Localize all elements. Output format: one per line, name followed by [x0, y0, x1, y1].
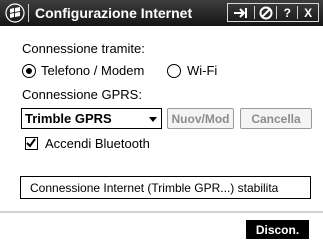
window-title: Configurazione Internet [35, 5, 193, 21]
screen: Configurazione Internet ? X Connessione … [0, 0, 323, 246]
close-button[interactable]: X [298, 4, 318, 21]
new-modify-button[interactable]: Nuov/Mod [167, 108, 234, 129]
settings-panel: Connessione tramite: Telefono / Modem Wi… [0, 26, 323, 213]
chevron-down-icon [149, 117, 157, 122]
bluetooth-label[interactable]: Accendi Bluetooth [45, 136, 150, 151]
connection-arrow-icon[interactable] [228, 4, 254, 21]
gprs-connection-label: Connessione GPRS: [22, 87, 142, 102]
system-tray: ? X [227, 3, 319, 22]
connection-status: Connessione Internet (Trimble GPR...) st… [20, 176, 311, 199]
bluetooth-checkbox[interactable] [25, 137, 38, 150]
radio-wifi[interactable] [167, 64, 181, 78]
title-bar: Configurazione Internet ? X [0, 0, 323, 26]
cancel-button[interactable]: Cancella [240, 108, 312, 129]
command-bar: Discon. [0, 213, 323, 246]
disconnect-button[interactable]: Discon. [246, 220, 309, 239]
radio-wifi-label[interactable]: Wi-Fi [187, 63, 217, 78]
volume-icon[interactable] [255, 4, 277, 21]
radio-phone-modem-label[interactable]: Telefono / Modem [41, 63, 144, 78]
title-separator [28, 4, 29, 22]
connection-type-label: Connessione tramite: [22, 41, 145, 56]
radio-phone-modem[interactable] [22, 64, 36, 78]
gprs-selected-value: Trimble GPRS [25, 111, 112, 126]
windows-flag-icon[interactable] [5, 3, 25, 23]
gprs-connection-select[interactable]: Trimble GPRS [21, 108, 162, 129]
help-button[interactable]: ? [277, 4, 297, 21]
